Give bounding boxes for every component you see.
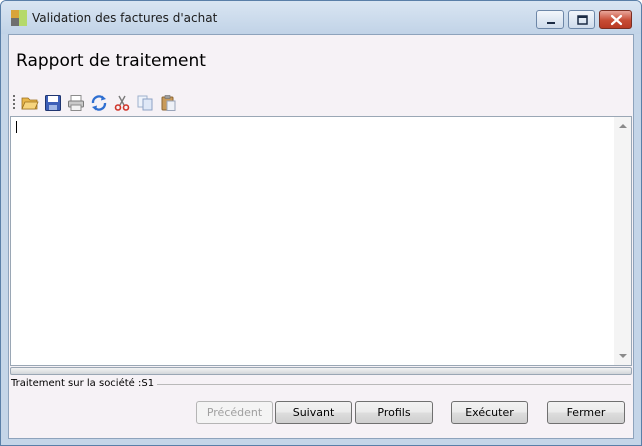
maximize-icon [577, 15, 588, 25]
next-button[interactable]: Suivant [275, 401, 352, 424]
app-window: Validation des factures d'achat Rapport … [0, 0, 642, 446]
execute-button[interactable]: Exécuter [451, 401, 528, 424]
scroll-up-icon[interactable] [619, 124, 627, 128]
minimize-icon [547, 22, 555, 24]
close-button[interactable]: Fermer [547, 401, 625, 424]
open-folder-icon[interactable] [21, 94, 39, 112]
profiles-button[interactable]: Profils [355, 401, 433, 424]
text-caret [16, 121, 17, 133]
minimize-button[interactable] [536, 10, 564, 29]
editor-toolbar [11, 92, 211, 114]
previous-button[interactable]: Précédent [196, 401, 273, 424]
vertical-scrollbar[interactable] [614, 117, 631, 365]
close-icon [610, 14, 623, 26]
maximize-button[interactable] [568, 10, 595, 29]
close-window-button[interactable] [599, 10, 632, 29]
print-icon[interactable] [67, 94, 85, 112]
title-bar[interactable]: Validation des factures d'achat [1, 1, 641, 34]
cut-icon[interactable] [113, 94, 131, 112]
app-icon [11, 10, 27, 26]
page-title: Rapport de traitement [16, 51, 206, 71]
refresh-icon[interactable] [90, 94, 108, 112]
report-text-area[interactable] [10, 116, 632, 366]
splitter-bar[interactable] [10, 367, 632, 375]
copy-icon[interactable] [136, 94, 154, 112]
window-title: Validation des factures d'achat [32, 11, 218, 25]
save-icon[interactable] [44, 94, 62, 112]
status-group: Traitement sur la société :S1 [11, 377, 631, 391]
paste-icon[interactable] [159, 94, 177, 112]
dialog-body: Rapport de traitement Traitement sur la … [8, 34, 634, 439]
toolbar-grip[interactable] [13, 95, 15, 111]
scroll-down-icon[interactable] [619, 354, 627, 358]
status-label: Traitement sur la société :S1 [11, 378, 158, 389]
